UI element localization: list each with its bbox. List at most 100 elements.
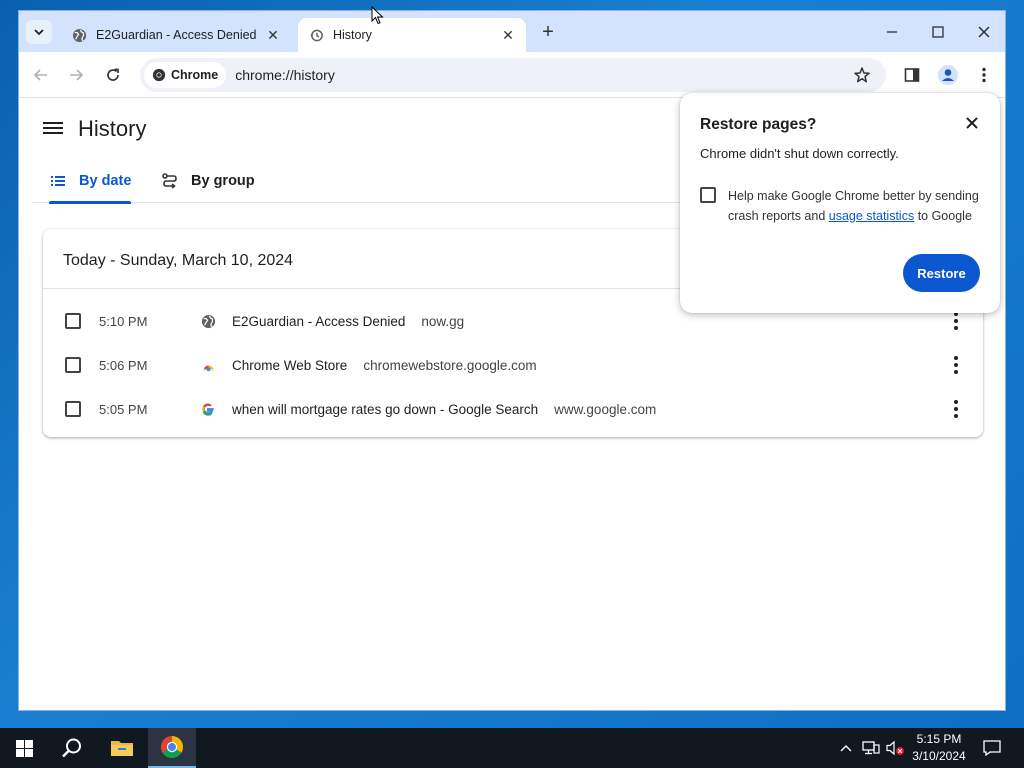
date-heading: Today - Sunday, March 10, 2024 bbox=[63, 252, 294, 269]
reload-button[interactable] bbox=[101, 63, 125, 87]
new-tab-button[interactable]: + bbox=[538, 21, 558, 43]
more-actions-icon[interactable] bbox=[953, 400, 959, 418]
restore-button[interactable]: Restore bbox=[903, 254, 980, 292]
close-icon bbox=[966, 117, 978, 129]
tab-e2guardian[interactable]: E2Guardian - Access Denied ✕ bbox=[61, 18, 291, 52]
chrome-icon bbox=[161, 736, 183, 758]
history-icon bbox=[308, 27, 324, 43]
taskbar: 5:15 PM 3/10/2024 bbox=[0, 728, 1024, 768]
entry-title: E2Guardian - Access Denied bbox=[232, 313, 406, 329]
tab-search-button[interactable] bbox=[26, 20, 52, 44]
side-panel-button[interactable] bbox=[900, 63, 924, 87]
reload-icon bbox=[107, 68, 119, 81]
google-icon bbox=[200, 401, 216, 417]
chrome-icon bbox=[152, 68, 166, 82]
row-checkbox[interactable] bbox=[65, 313, 81, 329]
close-dialog-button[interactable] bbox=[964, 115, 980, 131]
url-text[interactable]: chrome://history bbox=[235, 67, 335, 83]
entry-title: when will mortgage rates go down - Googl… bbox=[232, 401, 539, 417]
row-checkbox[interactable] bbox=[65, 401, 81, 417]
maximize-button[interactable] bbox=[915, 11, 961, 52]
chrome-taskbar-button[interactable] bbox=[148, 728, 196, 768]
folder-icon bbox=[111, 741, 133, 756]
webstore-icon bbox=[200, 357, 216, 373]
network-icon[interactable] bbox=[860, 728, 882, 768]
tab-by-group[interactable]: By group bbox=[161, 159, 255, 203]
profile-button[interactable] bbox=[936, 63, 960, 87]
entry-domain: now.gg bbox=[421, 313, 465, 329]
forward-button[interactable] bbox=[64, 63, 88, 87]
journey-icon bbox=[162, 173, 177, 189]
start-button[interactable] bbox=[0, 728, 48, 768]
chip-label: Chrome bbox=[171, 68, 219, 82]
entry-link[interactable]: when will mortgage rates go down - Googl… bbox=[232, 402, 656, 417]
clock-time: 5:15 PM bbox=[916, 732, 962, 746]
arrow-left-icon bbox=[33, 69, 47, 81]
page-title: History bbox=[78, 116, 147, 141]
system-clock[interactable]: 5:15 PM 3/10/2024 bbox=[905, 731, 973, 765]
dialog-message: Chrome didn't shut down correctly. bbox=[700, 146, 899, 161]
star-icon bbox=[854, 67, 870, 83]
visit-time: 5:06 PM bbox=[99, 357, 148, 373]
usage-statistics-link[interactable]: usage statistics bbox=[829, 209, 914, 223]
close-tab-icon[interactable]: ✕ bbox=[500, 27, 516, 43]
entry-domain: chromewebstore.google.com bbox=[363, 357, 537, 373]
entry-domain: www.google.com bbox=[554, 401, 657, 417]
dialog-title: Restore pages? bbox=[700, 116, 817, 133]
search-button[interactable] bbox=[48, 728, 96, 768]
side-panel-icon bbox=[904, 68, 920, 82]
menu-button[interactable] bbox=[972, 63, 996, 87]
entry-link[interactable]: Chrome Web Store chromewebstore.google.co… bbox=[232, 358, 537, 373]
entry-link[interactable]: E2Guardian - Access Denied now.gg bbox=[232, 314, 464, 329]
kebab-menu-icon bbox=[982, 67, 986, 83]
tab-by-date[interactable]: By date bbox=[49, 159, 132, 204]
globe-icon bbox=[200, 313, 216, 329]
row-checkbox[interactable] bbox=[65, 357, 81, 373]
clock-date: 3/10/2024 bbox=[912, 749, 966, 763]
tab-title: History bbox=[333, 28, 372, 42]
visit-time: 5:10 PM bbox=[99, 313, 148, 329]
close-icon bbox=[978, 26, 990, 37]
file-explorer-button[interactable] bbox=[98, 728, 146, 768]
arrow-right-icon bbox=[70, 69, 84, 81]
tab-title: E2Guardian - Access Denied bbox=[96, 28, 257, 42]
bookmark-button[interactable] bbox=[852, 65, 872, 85]
checkbox-label: Help make Google Chrome better by sendin… bbox=[728, 186, 986, 226]
entry-title: Chrome Web Store bbox=[232, 357, 348, 373]
back-button[interactable] bbox=[29, 63, 53, 87]
close-tab-icon[interactable]: ✕ bbox=[265, 27, 281, 43]
desktop: E2Guardian - Access Denied ✕ History ✕ + bbox=[0, 0, 1024, 768]
show-hidden-icons-button[interactable] bbox=[836, 728, 856, 768]
tab-strip: E2Guardian - Access Denied ✕ History ✕ + bbox=[19, 11, 1005, 52]
windows-icon bbox=[15, 739, 33, 757]
history-row[interactable]: 5:05 PM when will mortgage rates go down… bbox=[43, 387, 983, 431]
checkbox-text-end: to Google bbox=[914, 209, 972, 223]
more-actions-icon[interactable] bbox=[953, 312, 959, 330]
avatar-icon bbox=[938, 65, 958, 85]
history-row[interactable]: 5:06 PM Chrome Web Store chromewebstore.g… bbox=[43, 343, 983, 387]
more-actions-icon[interactable] bbox=[953, 356, 959, 374]
site-info-chip[interactable]: Chrome bbox=[144, 62, 227, 88]
list-icon bbox=[51, 176, 65, 186]
chevron-up-icon bbox=[840, 745, 852, 752]
mouse-cursor-icon bbox=[371, 6, 384, 25]
toolbar: Chrome chrome://history bbox=[19, 52, 1005, 98]
globe-icon bbox=[71, 27, 87, 43]
visit-time: 5:05 PM bbox=[99, 401, 148, 417]
chevron-down-icon bbox=[34, 29, 44, 36]
maximize-icon bbox=[932, 25, 944, 38]
address-bar[interactable]: Chrome chrome://history bbox=[140, 58, 886, 92]
notification-icon bbox=[983, 740, 1001, 756]
crash-reports-checkbox[interactable] bbox=[700, 187, 716, 203]
tab-label: By date bbox=[79, 173, 132, 189]
search-icon bbox=[62, 738, 81, 758]
restore-pages-dialog: Restore pages? Chrome didn't shut down c… bbox=[680, 93, 1000, 313]
action-center-button[interactable] bbox=[980, 728, 1004, 768]
minimize-icon bbox=[887, 30, 897, 33]
tab-label: By group bbox=[191, 173, 255, 189]
minimize-button[interactable] bbox=[869, 11, 915, 52]
tab-history[interactable]: History ✕ bbox=[298, 18, 526, 52]
volume-muted-icon[interactable] bbox=[884, 728, 906, 768]
close-window-button[interactable] bbox=[961, 11, 1005, 52]
hamburger-menu-icon[interactable] bbox=[43, 119, 63, 137]
